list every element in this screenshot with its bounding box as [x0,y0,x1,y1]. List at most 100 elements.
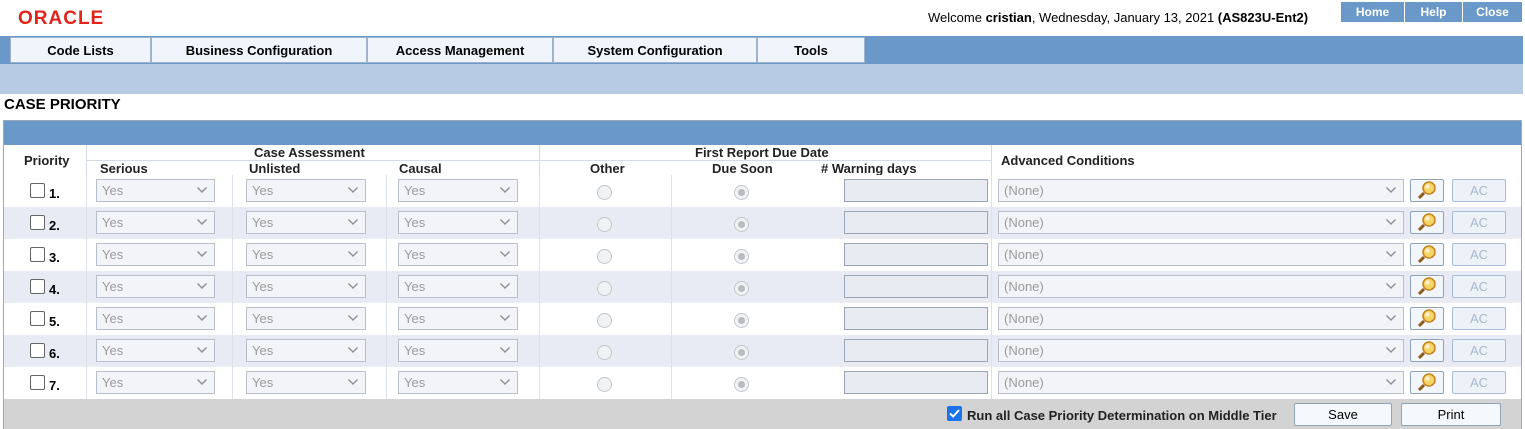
chevron-down-icon [197,315,207,321]
serious-select[interactable]: Yes [96,339,215,362]
help-button[interactable]: Help [1404,2,1462,22]
ac-button[interactable]: AC [1452,179,1506,202]
priority-number: 6. [49,346,60,361]
other-radio[interactable] [597,249,612,264]
row-select-checkbox[interactable] [30,375,45,390]
header-first-report-due-date: First Report Due Date [695,145,829,160]
other-radio[interactable] [597,217,612,232]
row-select-checkbox[interactable] [30,183,45,198]
chevron-down-icon [500,283,510,289]
due-soon-radio[interactable] [734,377,749,392]
advanced-condition-value: (None) [1004,215,1044,230]
serious-select[interactable]: Yes [96,179,215,202]
warning-days-input[interactable] [844,275,988,298]
run-middle-tier-checkbox[interactable] [947,406,962,421]
serious-select[interactable]: Yes [96,211,215,234]
advanced-condition-select[interactable]: (None) [998,211,1404,234]
other-radio[interactable] [597,281,612,296]
advanced-condition-select[interactable]: (None) [998,371,1404,394]
advanced-condition-select[interactable]: (None) [998,307,1404,330]
condition-lookup-button[interactable] [1410,339,1444,362]
print-button[interactable]: Print [1401,403,1501,426]
causal-value: Yes [404,375,426,390]
other-radio[interactable] [597,185,612,200]
ac-button[interactable]: AC [1452,275,1506,298]
menu-access-management[interactable]: Access Management [367,37,553,63]
chevron-down-icon [197,283,207,289]
serious-value: Yes [102,279,124,294]
magnifier-icon [1417,341,1436,360]
chevron-down-icon [348,347,358,353]
advanced-condition-select[interactable]: (None) [998,179,1404,202]
header-causal: Causal [399,161,442,176]
serious-select[interactable]: Yes [96,275,215,298]
chevron-down-icon [197,219,207,225]
unlisted-select[interactable]: Yes [246,179,366,202]
other-radio[interactable] [597,345,612,360]
warning-days-input[interactable] [844,179,988,202]
magnifier-icon [1417,277,1436,296]
menu-tools[interactable]: Tools [757,37,865,63]
unlisted-select[interactable]: Yes [246,307,366,330]
priority-number: 7. [49,378,60,393]
condition-lookup-button[interactable] [1410,243,1444,266]
close-button[interactable]: Close [1462,2,1522,22]
due-soon-radio[interactable] [734,249,749,264]
welcome-text: Welcome cristian, Wednesday, January 13,… [928,10,1308,25]
unlisted-select[interactable]: Yes [246,371,366,394]
serious-select[interactable]: Yes [96,371,215,394]
menu-business-configuration[interactable]: Business Configuration [151,37,367,63]
due-soon-radio[interactable] [734,345,749,360]
serious-value: Yes [102,183,124,198]
chevron-down-icon [500,251,510,257]
causal-select[interactable]: Yes [398,275,518,298]
due-soon-radio[interactable] [734,185,749,200]
ac-button[interactable]: AC [1452,243,1506,266]
causal-select[interactable]: Yes [398,179,518,202]
serious-select[interactable]: Yes [96,307,215,330]
causal-select[interactable]: Yes [398,371,518,394]
warning-days-input[interactable] [844,307,988,330]
save-button[interactable]: Save [1294,403,1392,426]
warning-days-input[interactable] [844,243,988,266]
row-select-checkbox[interactable] [30,279,45,294]
condition-lookup-button[interactable] [1410,179,1444,202]
due-soon-radio[interactable] [734,217,749,232]
condition-lookup-button[interactable] [1410,211,1444,234]
causal-select[interactable]: Yes [398,339,518,362]
row-select-checkbox[interactable] [30,247,45,262]
unlisted-select[interactable]: Yes [246,339,366,362]
due-soon-radio[interactable] [734,281,749,296]
menu-system-configuration[interactable]: System Configuration [553,37,757,63]
unlisted-select[interactable]: Yes [246,211,366,234]
warning-days-input[interactable] [844,339,988,362]
ac-button[interactable]: AC [1452,371,1506,394]
menu-code-lists[interactable]: Code Lists [10,37,151,63]
causal-select[interactable]: Yes [398,243,518,266]
home-button[interactable]: Home [1340,2,1404,22]
condition-lookup-button[interactable] [1410,371,1444,394]
row-select-checkbox[interactable] [30,215,45,230]
advanced-condition-select[interactable]: (None) [998,275,1404,298]
warning-days-input[interactable] [844,371,988,394]
ac-button[interactable]: AC [1452,339,1506,362]
other-radio[interactable] [597,313,612,328]
priority-number: 5. [49,314,60,329]
advanced-condition-select[interactable]: (None) [998,339,1404,362]
row-select-checkbox[interactable] [30,343,45,358]
causal-select[interactable]: Yes [398,307,518,330]
row-select-checkbox[interactable] [30,311,45,326]
ac-button[interactable]: AC [1452,211,1506,234]
unlisted-select[interactable]: Yes [246,243,366,266]
due-soon-radio[interactable] [734,313,749,328]
ac-button[interactable]: AC [1452,307,1506,330]
warning-days-input[interactable] [844,211,988,234]
causal-select[interactable]: Yes [398,211,518,234]
condition-lookup-button[interactable] [1410,275,1444,298]
unlisted-select[interactable]: Yes [246,275,366,298]
unlisted-value: Yes [252,247,274,262]
serious-select[interactable]: Yes [96,243,215,266]
other-radio[interactable] [597,377,612,392]
condition-lookup-button[interactable] [1410,307,1444,330]
advanced-condition-select[interactable]: (None) [998,243,1404,266]
